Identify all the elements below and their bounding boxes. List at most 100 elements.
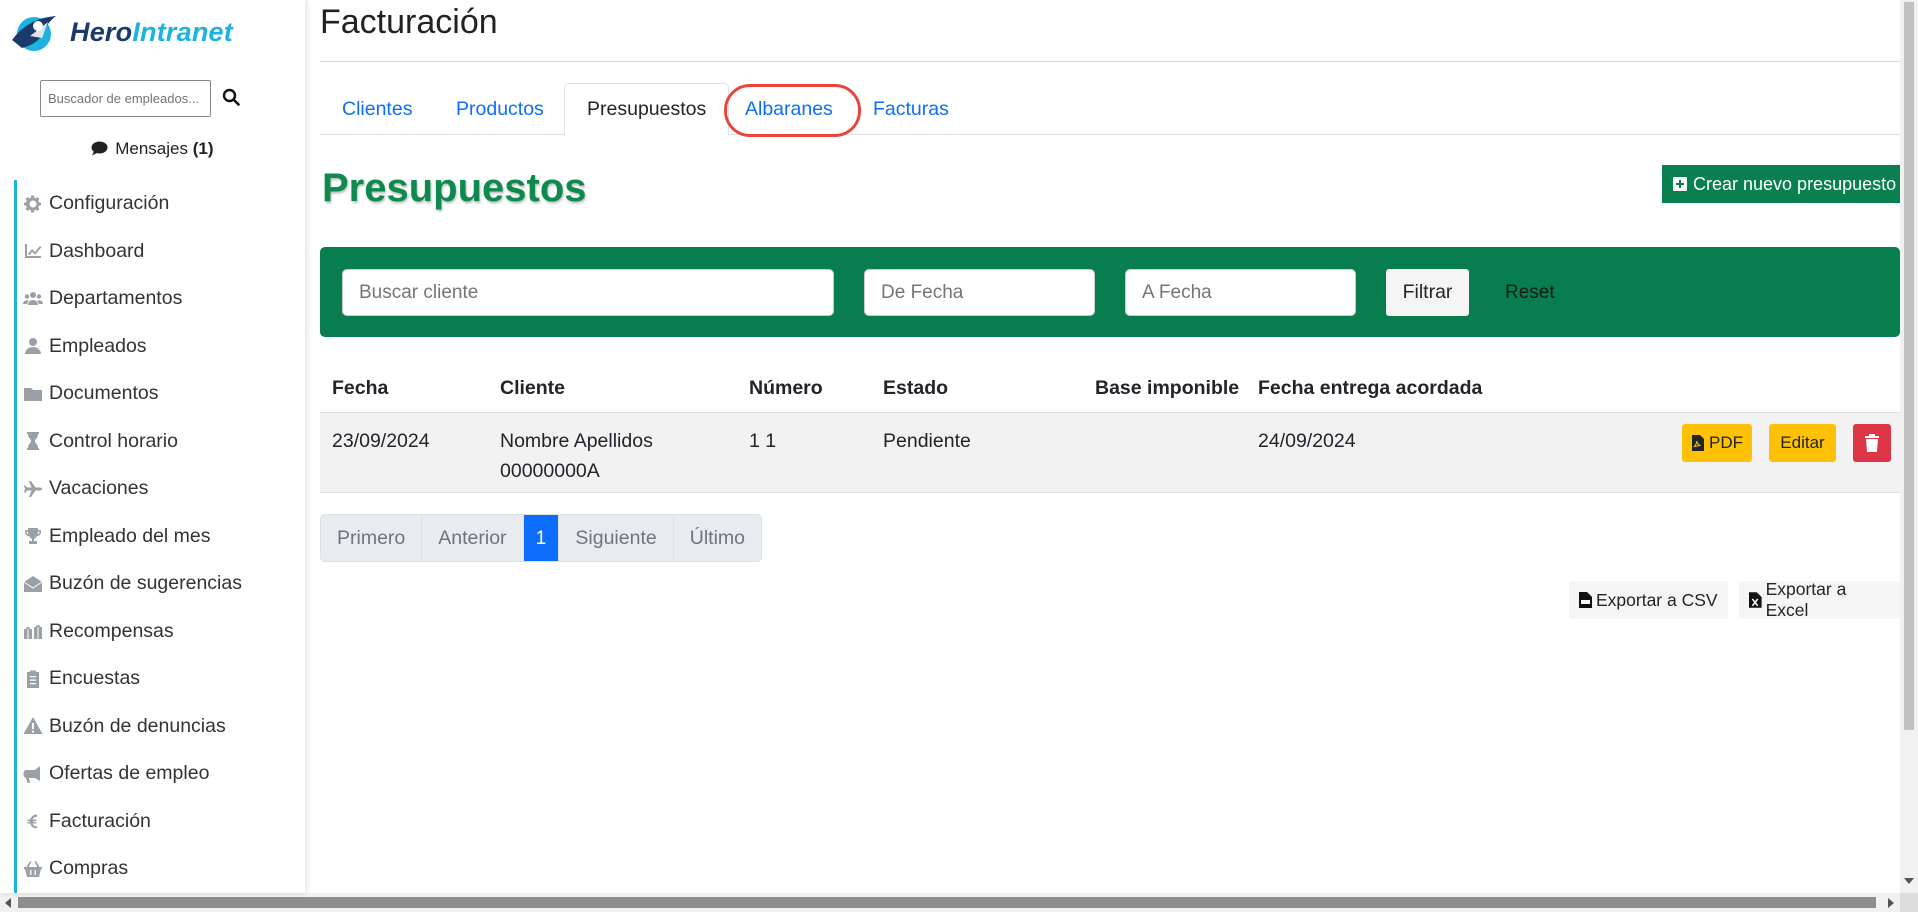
sidebar-item-encuestas[interactable]: Encuestas (17, 655, 305, 703)
hourglass-icon (27, 432, 39, 451)
sidebar-item-facturacion[interactable]: Facturación (17, 798, 305, 846)
date-from-input[interactable] (864, 269, 1095, 316)
sidebar-item-label: Dashboard (49, 239, 145, 262)
app-logo-text: HeroIntranet (70, 16, 233, 47)
folder-icon (24, 387, 42, 401)
bullhorn-icon (23, 765, 40, 783)
column-header-fecha: Fecha (332, 377, 389, 399)
page-previous[interactable]: Anterior (422, 515, 524, 561)
client-search-input[interactable] (342, 269, 834, 316)
file-csv-icon (1579, 592, 1592, 608)
hero-logo-icon (12, 16, 56, 51)
page-last[interactable]: Último (674, 515, 761, 561)
user-icon (25, 338, 41, 355)
sidebar-item-label: Configuración (49, 192, 170, 215)
vertical-scrollbar[interactable] (1900, 0, 1918, 893)
main-content: Facturación Clientes Productos Presupues… (320, 0, 1900, 893)
trash-icon (1865, 434, 1879, 452)
delete-button[interactable] (1853, 424, 1891, 462)
reset-button[interactable]: Reset (1500, 269, 1590, 316)
create-budget-label: Crear nuevo presupuesto (1693, 173, 1897, 194)
sidebar-item-departamentos[interactable]: Departamentos (17, 275, 305, 323)
create-budget-button[interactable]: Crear nuevo presupuesto (1662, 165, 1900, 203)
messages-link[interactable]: Mensajes (1) (0, 139, 305, 159)
edit-button[interactable]: Editar (1769, 424, 1836, 462)
sidebar-item-label: Control horario (49, 429, 178, 452)
trophy-icon (25, 528, 41, 545)
sidebar: HeroIntranet Mensajes (1) Configuración … (0, 0, 305, 893)
gifts-icon (24, 625, 42, 640)
basket-icon (24, 860, 42, 877)
tab-presupuestos[interactable]: Presupuestos (564, 83, 730, 136)
export-csv-button[interactable]: Exportar a CSV (1569, 581, 1728, 619)
sidebar-item-vacaciones[interactable]: Vacaciones (17, 465, 305, 513)
gear-icon (24, 195, 41, 213)
column-header-estado: Estado (883, 377, 949, 399)
sidebar-item-empleados[interactable]: Empleados (17, 323, 305, 371)
users-icon (23, 291, 43, 305)
tab-albaranes[interactable]: Albaranes (723, 83, 855, 135)
page-first[interactable]: Primero (321, 515, 423, 561)
cell-cliente-name: Nombre Apellidos (500, 430, 653, 452)
filter-button[interactable]: Filtrar (1386, 269, 1469, 316)
table-row: 23/09/2024 Nombre Apellidos 00000000A 1 1… (320, 413, 1900, 493)
export-excel-label: Exportar a Excel (1765, 579, 1847, 620)
date-to-input[interactable] (1125, 269, 1356, 316)
budgets-table: Fecha Cliente Número Estado Base imponib… (320, 365, 1900, 493)
column-header-numero: Número (749, 377, 823, 399)
cell-numero: 1 1 (749, 430, 777, 452)
page-number-current[interactable]: 1 (523, 515, 560, 561)
sidebar-item-label: Empleado del mes (49, 524, 211, 547)
tab-facturas[interactable]: Facturas (851, 83, 971, 135)
search-icon[interactable] (220, 86, 242, 108)
sidebar-item-label: Buzón de denuncias (49, 714, 226, 737)
sidebar-item-recompensas[interactable]: Recompensas (17, 608, 305, 656)
sidebar-item-dashboard[interactable]: Dashboard (17, 228, 305, 276)
app-logo[interactable]: HeroIntranet (8, 10, 233, 54)
messages-label: Mensajes (115, 139, 188, 158)
sidebar-item-label: Ofertas de empleo (49, 762, 210, 785)
comment-icon (91, 141, 108, 156)
employee-search-input[interactable] (40, 80, 211, 117)
cell-estado: Pendiente (883, 430, 971, 452)
envelope-open-icon (23, 575, 43, 592)
table-header: Fecha Cliente Número Estado Base imponib… (320, 365, 1900, 413)
column-header-cliente: Cliente (500, 377, 566, 399)
sidebar-item-label: Recompensas (49, 619, 174, 642)
sidebar-item-label: Departamentos (49, 287, 183, 310)
sidebar-item-compras[interactable]: Compras (17, 845, 305, 893)
file-excel-icon (1749, 592, 1762, 608)
cell-fecha-entrega: 24/09/2024 (1258, 430, 1356, 452)
sidebar-item-documentos[interactable]: Documentos (17, 370, 305, 418)
pdf-button[interactable]: PDF (1682, 424, 1752, 462)
sidebar-item-label: Vacaciones (49, 477, 149, 500)
cell-cliente-id: 00000000A (500, 460, 600, 482)
sidebar-item-ofertas-empleo[interactable]: Ofertas de empleo (17, 750, 305, 798)
sidebar-item-label: Compras (49, 857, 129, 880)
horizontal-scrollbar-thumb[interactable] (18, 897, 1876, 908)
column-header-base-imponible: Base imponible (1095, 377, 1240, 399)
plane-icon (24, 480, 42, 497)
scrollbar-corner (1900, 893, 1918, 912)
export-excel-button[interactable]: Exportar a Excel (1739, 579, 1900, 620)
warning-icon (23, 717, 43, 735)
sidebar-item-configuracion[interactable]: Configuración (17, 180, 305, 228)
section-title: Presupuestos (322, 166, 587, 210)
filter-bar: Filtrar Reset (320, 247, 1900, 337)
sidebar-item-buzon-sugerencias[interactable]: Buzón de sugerencias (17, 560, 305, 608)
sidebar-item-label: Documentos (49, 382, 159, 405)
sidebar-item-empleado-del-mes[interactable]: Empleado del mes (17, 513, 305, 561)
scroll-down-arrow-icon[interactable] (1904, 878, 1914, 884)
page-title: Facturación (320, 3, 498, 41)
sidebar-item-control-horario[interactable]: Control horario (17, 418, 305, 466)
file-pdf-icon (1692, 435, 1704, 451)
export-csv-label: Exportar a CSV (1596, 589, 1718, 610)
vertical-scrollbar-thumb[interactable] (1904, 2, 1914, 730)
tab-productos[interactable]: Productos (434, 83, 566, 135)
scroll-left-arrow-icon[interactable] (5, 898, 11, 908)
scroll-right-arrow-icon[interactable] (1888, 898, 1894, 908)
horizontal-scrollbar[interactable] (0, 893, 1900, 912)
tab-clientes[interactable]: Clientes (320, 83, 434, 135)
page-next[interactable]: Siguiente (559, 515, 674, 561)
sidebar-item-buzon-denuncias[interactable]: Buzón de denuncias (17, 703, 305, 751)
